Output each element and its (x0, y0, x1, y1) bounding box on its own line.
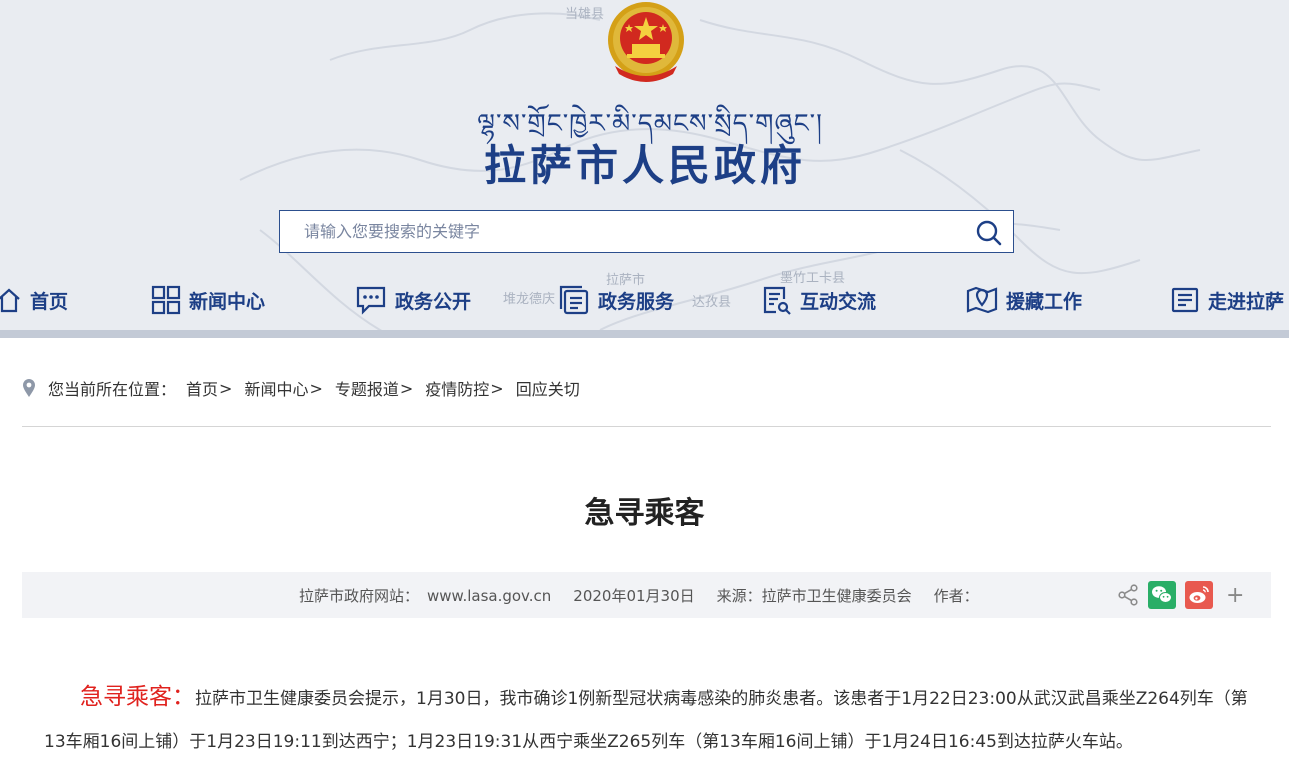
article-meta-bar: 拉萨市政府网站： www.lasa.gov.cn 2020年01月30日 来源：拉萨市… (22, 572, 1271, 618)
breadcrumb-link-home[interactable]: 首页 (186, 376, 218, 400)
nav-item-visit-lhasa[interactable]: 走进拉萨 (1170, 282, 1284, 318)
nav-item-gov-affairs[interactable]: 政务公开 (355, 282, 471, 318)
national-emblem-icon (608, 2, 684, 82)
nav-item-home[interactable]: 首页 (0, 282, 68, 318)
article-body: 急寻乘客：拉萨市卫生健康委员会提示，1月30日，我市确诊1例新型冠状病毒感染的肺… (44, 676, 1259, 758)
more-share-button[interactable]: + (1226, 583, 1244, 608)
map-pin-icon (966, 286, 998, 314)
breadcrumb-link-news[interactable]: 新闻中心 (244, 376, 308, 400)
breadcrumb: 您当前所在位置： 首页 > 新闻中心 > 专题报道 > 疫情防控 > 回应关切 (22, 376, 580, 400)
nav-item-label: 走进拉萨 (1208, 290, 1285, 313)
meta-site-url[interactable]: www.lasa.gov.cn (427, 587, 551, 605)
meta-date: 2020年01月30日 (573, 587, 695, 605)
share-icon[interactable] (1117, 584, 1139, 606)
newspaper-icon (1171, 287, 1199, 313)
nav-divider-bar (0, 330, 1289, 338)
breadcrumb-separator: > (399, 378, 414, 398)
breadcrumb-link-response[interactable]: 回应关切 (516, 376, 580, 400)
map-label: 当雄县 (565, 7, 604, 22)
breadcrumb-separator: > (309, 378, 323, 398)
search-box (279, 210, 1014, 253)
site-title: 拉萨市人民政府 (483, 141, 806, 190)
article-title: 急寻乘客 (584, 496, 705, 531)
home-icon (0, 288, 20, 313)
breadcrumb-link-special[interactable]: 专题报道 (335, 376, 399, 400)
stacked-docs-icon (559, 285, 589, 315)
search-icon[interactable] (975, 219, 1003, 247)
meta-source: 来源：拉萨市卫生健康委员会 (716, 587, 912, 605)
nav-item-interaction[interactable]: 互动交流 (762, 282, 876, 318)
article-paragraph: 急寻乘客：拉萨市卫生健康委员会提示，1月30日，我市确诊1例新型冠状病毒感染的肺… (44, 676, 1259, 758)
grid-icon (151, 285, 181, 315)
article-body-text: 拉萨市卫生健康委员会提示，1月30日，我市确诊1例新型冠状病毒感染的肺炎患者。该… (44, 689, 1248, 752)
chat-bubble-icon (356, 286, 386, 315)
meta-author: 作者： (933, 587, 979, 605)
nav-item-label: 政务服务 (598, 290, 675, 313)
breadcrumb-link-epidemic[interactable]: 疫情防控 (425, 376, 489, 400)
breadcrumb-separator: > (219, 378, 233, 398)
nav-item-label: 互动交流 (800, 290, 877, 313)
nav-item-label: 援藏工作 (1006, 290, 1083, 313)
breadcrumb-separator: > (490, 378, 504, 398)
nav-item-label: 新闻中心 (189, 290, 266, 313)
site-header: 当雄县 墨竹工卡县 达孜县 拉萨市 堆龙德庆 ལྷ་ས་གྲོང་ཁྱེར་མི… (0, 0, 1289, 330)
meta-site-label: 拉萨市政府网站： (299, 587, 420, 605)
nav-item-aid-tibet[interactable]: 援藏工作 (966, 282, 1082, 318)
weibo-icon[interactable] (1185, 581, 1213, 609)
article-meta: 拉萨市政府网站： www.lasa.gov.cn 2020年01月30日 来源：拉萨市… (299, 585, 979, 606)
document-edit-icon (763, 286, 791, 315)
nav-item-gov-services[interactable]: 政务服务 (558, 282, 674, 318)
share-toolbar: + (1117, 581, 1244, 609)
nav-item-news[interactable]: 新闻中心 (151, 282, 265, 318)
search-input[interactable] (281, 212, 961, 251)
nav-item-label: 政务公开 (395, 290, 472, 313)
nav-item-label: 首页 (30, 290, 69, 313)
article-lead: 急寻乘客： (80, 684, 195, 710)
main-nav: 首页 新闻中心 政务公开 政务服务 互动交流 援藏工作 走进拉萨 (0, 272, 1289, 328)
location-pin-icon (23, 379, 35, 397)
breadcrumb-prefix: 您当前所在位置： (48, 380, 177, 399)
breadcrumb-divider (22, 426, 1271, 427)
wechat-icon[interactable] (1148, 581, 1176, 609)
